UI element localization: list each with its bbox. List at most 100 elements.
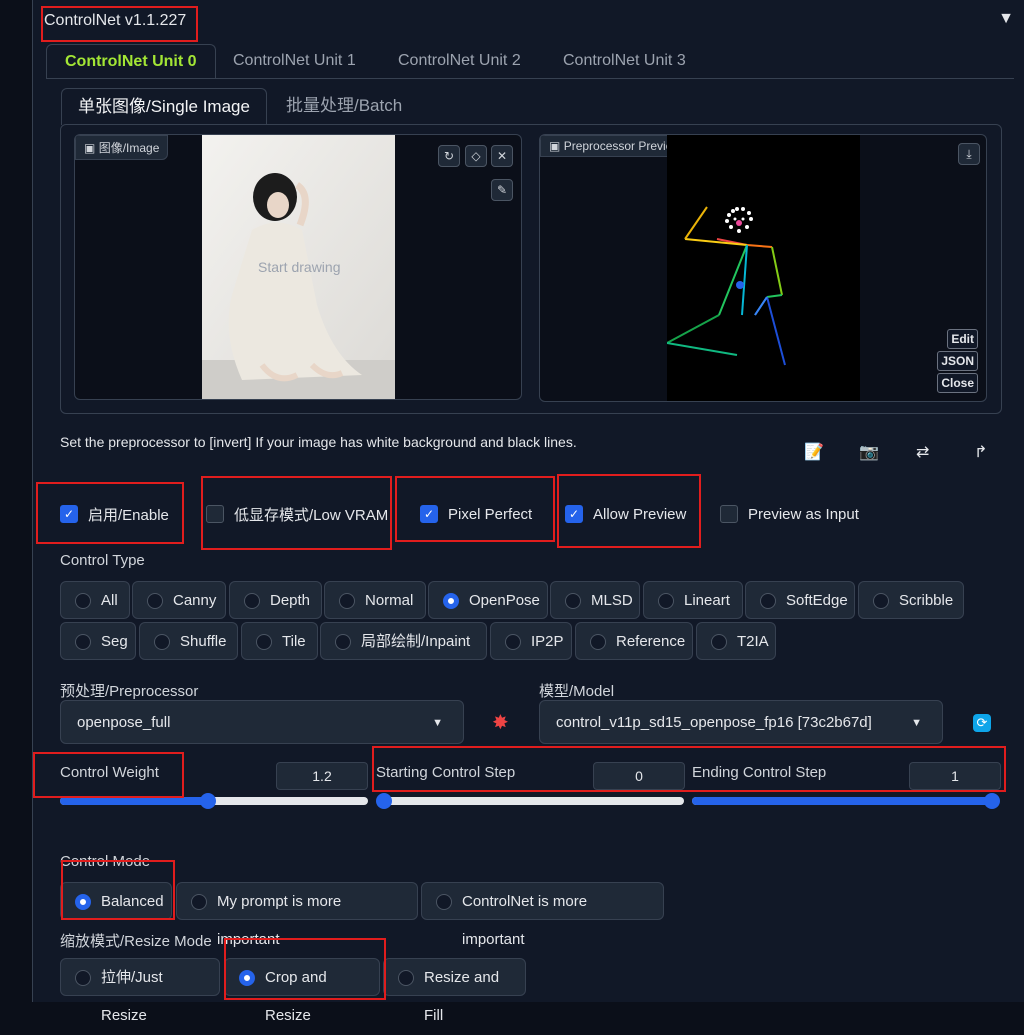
tab-unit-1[interactable]: ControlNet Unit 1 <box>215 44 374 78</box>
radio-icon <box>760 593 776 609</box>
slider-fill <box>692 797 992 805</box>
control-weight-label: Control Weight <box>60 764 159 781</box>
radio-icon <box>590 634 606 650</box>
radio-label: Resize and Fill <box>424 969 500 1024</box>
refresh-models-icon[interactable]: ⟳ <box>973 714 991 732</box>
starting-step-input[interactable]: 0 <box>593 762 685 790</box>
resize-mode-crop-and-resize[interactable]: Crop and Resize <box>224 958 380 1024</box>
enable-label: 启用/Enable <box>88 506 169 524</box>
close-preview-button[interactable]: Close <box>937 373 978 393</box>
control-mode-controlnet-important[interactable]: ControlNet is more important <box>421 882 664 948</box>
preview-as-input-checkbox[interactable]: Preview as Input <box>720 502 859 526</box>
image-label-text: 图像/Image <box>98 141 160 155</box>
radio-selected-icon <box>443 593 459 609</box>
ending-step-slider[interactable] <box>692 793 1000 809</box>
radio-label: 拉伸/Just Resize <box>101 969 163 1024</box>
radio-label: 局部绘制/Inpaint <box>361 633 471 650</box>
control-type-reference[interactable]: Reference <box>575 622 693 660</box>
control-type-seg[interactable]: Seg <box>60 622 136 660</box>
starting-step-slider[interactable] <box>376 793 684 809</box>
control-type-tile[interactable]: Tile <box>241 622 318 660</box>
image-upload-box[interactable]: ▣ 图像/Image Start drawing ↻ ◇ ✕ ✎ <box>74 134 522 400</box>
control-mode-balanced[interactable]: Balanced <box>60 882 172 920</box>
tab-unit-0[interactable]: ControlNet Unit 0 <box>46 44 216 79</box>
control-type-shuffle[interactable]: Shuffle <box>139 622 238 660</box>
radio-label: MLSD <box>591 592 633 609</box>
control-weight-input[interactable]: 1.2 <box>276 762 368 790</box>
edit-button[interactable]: Edit <box>947 329 978 349</box>
preprocessor-preview-box: ▣ Preprocessor Preview ⤓ Edit JSON Close <box>539 134 987 402</box>
radio-label: Crop and Resize <box>265 969 327 1024</box>
radio-icon <box>256 634 272 650</box>
tab-unit-2[interactable]: ControlNet Unit 2 <box>380 44 539 78</box>
radio-label: OpenPose <box>469 592 540 609</box>
eraser-icon[interactable]: ◇ <box>465 145 487 167</box>
model-select[interactable]: control_v11p_sd15_openpose_fp16 [73c2b67… <box>539 700 943 744</box>
tab-divider <box>46 78 1014 79</box>
control-type-softedge[interactable]: SoftEdge <box>745 581 855 619</box>
radio-icon <box>658 593 674 609</box>
radio-icon <box>505 634 521 650</box>
control-type-mlsd[interactable]: MLSD <box>550 581 640 619</box>
control-type-normal[interactable]: Normal <box>324 581 426 619</box>
control-weight-slider[interactable] <box>60 793 368 809</box>
swap-icon[interactable]: ⇄ <box>916 442 929 462</box>
run-preprocessor-explosion-icon[interactable]: ✸ <box>492 710 509 735</box>
control-type-depth[interactable]: Depth <box>229 581 322 619</box>
enable-checkbox[interactable]: ✓ 启用/Enable <box>60 502 169 526</box>
tab-unit-3[interactable]: ControlNet Unit 3 <box>545 44 704 78</box>
notepad-icon[interactable]: 📝 <box>804 442 824 462</box>
control-type-label: Control Type <box>60 552 145 569</box>
control-mode-prompt-important[interactable]: My prompt is more important <box>176 882 418 948</box>
close-icon[interactable]: ✕ <box>491 145 513 167</box>
slider-fill <box>60 797 208 805</box>
slider-thumb[interactable] <box>376 793 392 809</box>
control-type-t2ia[interactable]: T2IA <box>696 622 776 660</box>
radio-label: Normal <box>365 592 414 609</box>
control-type-inpaint[interactable]: 局部绘制/Inpaint <box>320 622 487 660</box>
radio-selected-icon <box>239 970 255 986</box>
chevron-down-icon: ▼ <box>432 717 443 729</box>
camera-icon[interactable]: 📷 <box>859 442 879 462</box>
slider-thumb[interactable] <box>199 793 216 809</box>
json-button[interactable]: JSON <box>937 351 978 371</box>
preprocessor-select[interactable]: openpose_full ▼ <box>60 700 464 744</box>
starting-step-label: Starting Control Step <box>376 764 516 781</box>
allow-preview-checkbox[interactable]: ✓ Allow Preview <box>565 502 686 526</box>
control-type-lineart[interactable]: Lineart <box>643 581 743 619</box>
radio-icon <box>75 970 91 986</box>
radio-label: Shuffle <box>180 633 227 650</box>
radio-label: IP2P <box>531 633 564 650</box>
radio-icon <box>565 593 581 609</box>
control-type-all[interactable]: All <box>60 581 130 619</box>
pixel-perfect-checkbox[interactable]: ✓ Pixel Perfect <box>420 502 532 526</box>
control-type-canny[interactable]: Canny <box>132 581 226 619</box>
slider-thumb[interactable] <box>984 793 1000 809</box>
radio-icon <box>244 593 260 609</box>
ending-step-input[interactable]: 1 <box>909 762 1001 790</box>
control-type-openpose[interactable]: OpenPose <box>428 581 548 619</box>
ending-step-label: Ending Control Step <box>692 764 827 781</box>
download-icon[interactable]: ⤓ <box>958 143 980 165</box>
brush-icon[interactable]: ✎ <box>491 179 513 201</box>
radio-icon <box>711 634 727 650</box>
radio-label: Scribble <box>899 592 954 609</box>
tab-batch[interactable]: 批量处理/Batch <box>270 88 418 124</box>
radio-label: All <box>101 592 118 609</box>
radio-icon <box>147 593 163 609</box>
collapse-icon[interactable]: ▼ <box>998 10 1014 28</box>
checkbox-checked-icon: ✓ <box>60 505 78 523</box>
rotate-icon[interactable]: ↻ <box>438 145 460 167</box>
checkbox-empty-icon <box>720 505 738 523</box>
resize-mode-resize-and-fill[interactable]: Resize and Fill <box>383 958 526 1024</box>
radio-icon <box>75 593 91 609</box>
send-dimensions-icon[interactable]: ↱ <box>974 442 987 462</box>
radio-icon <box>75 634 91 650</box>
resize-mode-just-resize[interactable]: 拉伸/Just Resize <box>60 958 220 1024</box>
control-type-scribble[interactable]: Scribble <box>858 581 964 619</box>
tab-single-image[interactable]: 单张图像/Single Image <box>61 88 267 125</box>
control-type-ip2p[interactable]: IP2P <box>490 622 572 660</box>
start-drawing-text: Start drawing <box>258 259 341 275</box>
low-vram-checkbox[interactable]: 低显存模式/Low VRAM <box>206 502 388 526</box>
checkbox-checked-icon: ✓ <box>565 505 583 523</box>
